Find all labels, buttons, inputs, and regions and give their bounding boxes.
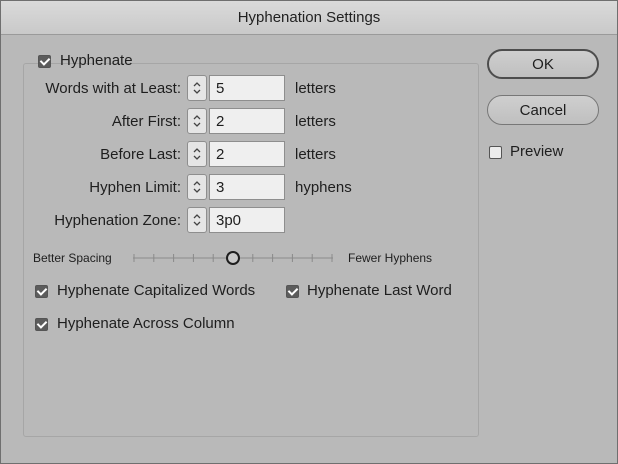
across-column-checkbox[interactable] xyxy=(35,318,48,331)
up-down-chevron-icon xyxy=(193,214,201,226)
up-down-chevron-icon xyxy=(193,82,201,94)
ok-button[interactable]: OK xyxy=(487,49,599,79)
preview-checkbox[interactable] xyxy=(489,146,502,159)
hyphen-limit-unit: hyphens xyxy=(295,179,352,196)
capitalized-words-checkbox[interactable] xyxy=(35,285,48,298)
after-first-input[interactable] xyxy=(209,108,285,134)
up-down-chevron-icon xyxy=(193,115,201,127)
words-at-least-unit: letters xyxy=(295,80,336,97)
hyphenation-zone-stepper[interactable] xyxy=(187,207,207,233)
before-last-input[interactable] xyxy=(209,141,285,167)
dialog-title: Hyphenation Settings xyxy=(237,9,381,26)
slider-thumb[interactable] xyxy=(226,251,240,265)
words-at-least-stepper[interactable] xyxy=(187,75,207,101)
up-down-chevron-icon xyxy=(193,148,201,160)
words-at-least-input[interactable] xyxy=(209,75,285,101)
hyphenation-zone-input[interactable] xyxy=(209,207,285,233)
hyphen-limit-input[interactable] xyxy=(209,174,285,200)
last-word-checkbox[interactable] xyxy=(286,285,299,298)
across-column-label: Hyphenate Across Column xyxy=(57,315,235,332)
slider-right-label: Fewer Hyphens xyxy=(348,251,433,265)
preview-label: Preview xyxy=(510,143,564,160)
title-bar[interactable]: Hyphenation Settings xyxy=(1,1,617,35)
before-last-label: Before Last: xyxy=(100,146,181,163)
up-down-chevron-icon xyxy=(193,181,201,193)
spacing-hyphens-slider[interactable] xyxy=(133,250,333,266)
words-at-least-label: Words with at Least: xyxy=(45,80,181,97)
after-first-unit: letters xyxy=(295,113,336,130)
hyphenate-checkbox[interactable] xyxy=(38,55,51,68)
hyphenation-settings-dialog: Hyphenation Settings Hyphenate Words wit… xyxy=(0,0,618,464)
after-first-label: After First: xyxy=(111,113,181,130)
after-first-stepper[interactable] xyxy=(187,108,207,134)
hyphenation-zone-label: Hyphenation Zone: xyxy=(54,212,181,229)
capitalized-words-label: Hyphenate Capitalized Words xyxy=(57,282,256,299)
before-last-unit: letters xyxy=(295,146,336,163)
before-last-stepper[interactable] xyxy=(187,141,207,167)
last-word-label: Hyphenate Last Word xyxy=(307,282,452,299)
cancel-button[interactable]: Cancel xyxy=(487,95,599,125)
hyphen-limit-label: Hyphen Limit: xyxy=(89,179,181,196)
slider-left-label: Better Spacing xyxy=(33,251,112,265)
hyphenate-label: Hyphenate xyxy=(60,52,133,69)
hyphen-limit-stepper[interactable] xyxy=(187,174,207,200)
